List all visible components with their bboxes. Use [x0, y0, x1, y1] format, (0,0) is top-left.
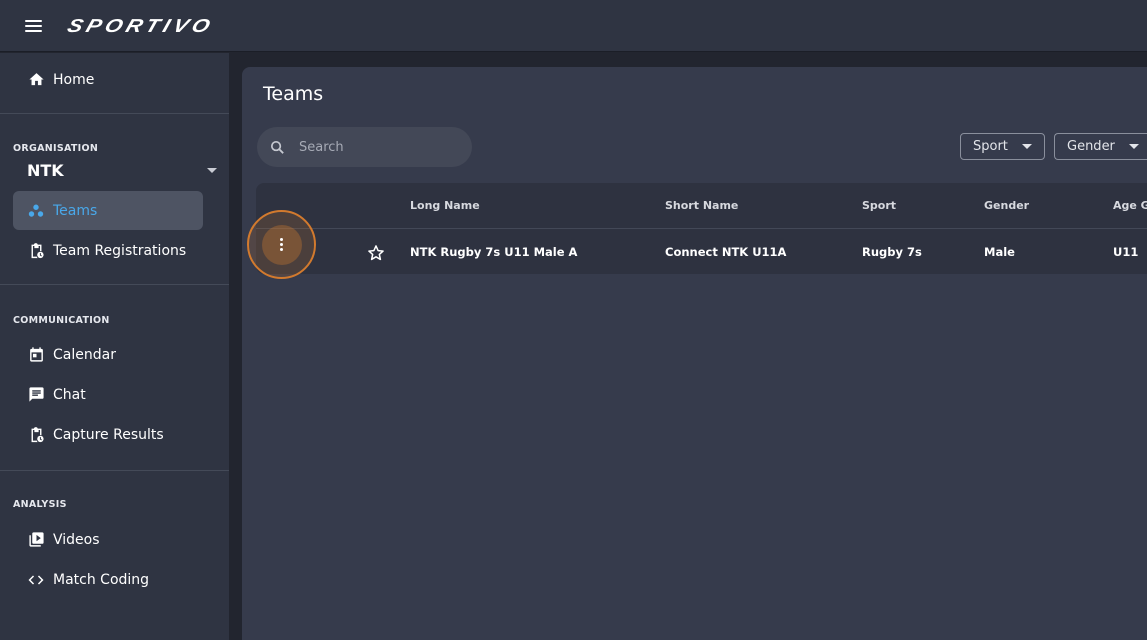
- sidebar-divider: [0, 284, 229, 285]
- calendar-icon: [27, 346, 45, 364]
- hamburger-menu-icon[interactable]: [25, 18, 45, 34]
- sidebar-item-videos[interactable]: Videos: [13, 520, 203, 559]
- sidebar-item-label: Match Coding: [53, 571, 150, 588]
- sidebar: Home ORGANISATION NTK Teams Team Registr…: [0, 53, 229, 640]
- cell-gender: Male: [984, 245, 1015, 259]
- sidebar-item-home[interactable]: Home: [13, 60, 203, 99]
- chevron-down-icon: [1128, 144, 1139, 149]
- sidebar-divider: [0, 470, 229, 471]
- column-header-long-name[interactable]: Long Name: [410, 199, 480, 212]
- sidebar-item-teams[interactable]: Teams: [13, 191, 203, 230]
- main-content: Teams Sport Gender Long Name Short Name …: [242, 67, 1147, 640]
- table-row[interactable]: NTK Rugby 7s U11 Male A Connect NTK U11A…: [256, 229, 1147, 274]
- organisation-select[interactable]: NTK: [27, 161, 217, 180]
- star-icon[interactable]: [366, 243, 386, 263]
- chat-icon: [27, 386, 45, 404]
- sidebar-item-match-coding[interactable]: Match Coding: [13, 560, 203, 599]
- search-input[interactable]: [299, 139, 449, 155]
- section-label-analysis: ANALYSIS: [13, 499, 67, 510]
- cell-sport: Rugby 7s: [862, 245, 922, 259]
- sport-filter-label: Sport: [973, 139, 1008, 154]
- table-header: Long Name Short Name Sport Gender Age G: [256, 183, 1147, 229]
- sidebar-item-label: Chat: [53, 386, 86, 403]
- sidebar-item-chat[interactable]: Chat: [13, 375, 203, 414]
- sidebar-item-label: Home: [53, 71, 95, 88]
- sidebar-item-label: Teams: [53, 202, 98, 219]
- cell-short-name: Connect NTK U11A: [665, 245, 787, 259]
- sport-filter[interactable]: Sport: [960, 133, 1045, 160]
- sidebar-item-calendar[interactable]: Calendar: [13, 335, 203, 374]
- cell-age-group: U11: [1113, 245, 1139, 259]
- sidebar-item-label: Calendar: [53, 346, 116, 363]
- sidebar-item-label: Videos: [53, 531, 100, 548]
- row-actions-button[interactable]: [247, 210, 316, 279]
- sidebar-item-label: Capture Results: [53, 426, 164, 443]
- home-icon: [27, 71, 45, 89]
- organisation-value: NTK: [27, 161, 64, 180]
- sidebar-item-team-registrations[interactable]: Team Registrations: [13, 231, 203, 270]
- more-vert-icon: [261, 224, 302, 265]
- top-bar: SPORTIVO: [0, 0, 1147, 52]
- chevron-down-icon: [207, 168, 217, 173]
- column-header-gender[interactable]: Gender: [984, 199, 1029, 212]
- sidebar-item-label: Team Registrations: [53, 242, 187, 259]
- search-box[interactable]: [257, 127, 472, 167]
- group-icon: [27, 202, 45, 220]
- column-header-age-group[interactable]: Age G: [1113, 199, 1147, 212]
- video-library-icon: [27, 531, 45, 549]
- column-header-sport[interactable]: Sport: [862, 199, 896, 212]
- clipboard-icon: [27, 426, 45, 444]
- chevron-down-icon: [1021, 144, 1032, 149]
- gender-filter-label: Gender: [1067, 139, 1115, 154]
- section-label-organisation: ORGANISATION: [13, 143, 99, 154]
- app-logo: SPORTIVO: [64, 14, 217, 36]
- teams-table: Long Name Short Name Sport Gender Age G …: [256, 183, 1147, 274]
- sidebar-divider: [0, 113, 229, 114]
- gender-filter[interactable]: Gender: [1054, 133, 1147, 160]
- code-icon: [27, 571, 45, 589]
- page-title: Teams: [263, 83, 324, 105]
- clipboard-icon: [27, 242, 45, 260]
- section-label-communication: COMMUNICATION: [13, 315, 110, 326]
- sidebar-item-capture-results[interactable]: Capture Results: [13, 415, 203, 454]
- search-icon: [270, 140, 284, 154]
- cell-long-name: NTK Rugby 7s U11 Male A: [410, 245, 578, 259]
- column-header-short-name[interactable]: Short Name: [665, 199, 738, 212]
